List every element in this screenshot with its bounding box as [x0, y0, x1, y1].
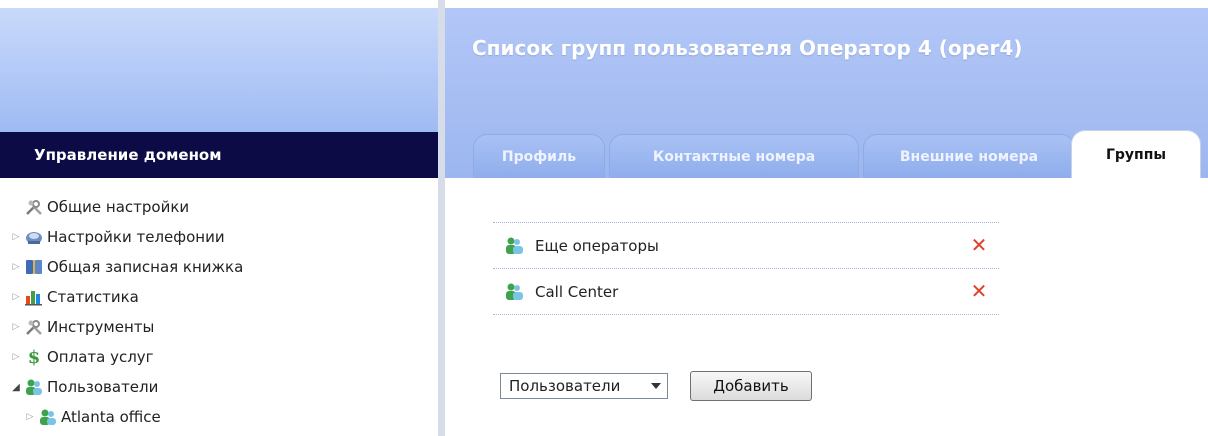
expand-arrow-icon[interactable]: ▷: [10, 352, 22, 362]
address-book-icon: [24, 257, 44, 277]
groups-content: Еще операторы ✕ Call Center ✕ Пользовате…: [445, 178, 1208, 436]
group-list: Еще операторы ✕ Call Center ✕: [493, 222, 999, 315]
group-icon: [503, 282, 525, 302]
sidebar-item-label: Инструменты: [47, 318, 155, 336]
expand-arrow-icon[interactable]: ▷: [10, 322, 22, 332]
add-button[interactable]: Добавить: [690, 371, 812, 401]
sidebar-item-atlanta-office[interactable]: ▷ Atlanta office: [24, 402, 161, 432]
group-select-value: Пользователи: [509, 377, 621, 395]
expand-arrow-icon[interactable]: ▷: [10, 232, 22, 242]
sidebar-item-statistics[interactable]: ▷ Статистика: [10, 282, 139, 312]
users-icon: [38, 407, 58, 427]
sidebar-item-label: Общая записная книжка: [47, 258, 244, 276]
dollar-icon: $: [27, 346, 41, 368]
sidebar-item-label: Оплата услуг: [47, 348, 154, 366]
remove-icon[interactable]: ✕: [969, 281, 989, 301]
sidebar-item-address-book[interactable]: ▷ Общая записная книжка: [10, 252, 244, 282]
main-panel: Список групп пользователя Оператор 4 (op…: [445, 0, 1208, 436]
statistics-icon: [24, 287, 44, 307]
expand-arrow-icon[interactable]: ▷: [10, 262, 22, 272]
group-icon: [503, 236, 525, 256]
sidebar-item-users[interactable]: ◢ Пользователи: [10, 372, 158, 402]
expand-arrow-icon[interactable]: ▷: [10, 292, 22, 302]
top-strip: [0, 0, 438, 8]
tab-groups[interactable]: Группы: [1071, 130, 1201, 178]
tab-profile[interactable]: Профиль: [473, 134, 605, 178]
collapse-arrow-icon[interactable]: ◢: [10, 382, 22, 393]
sidebar-banner: [0, 8, 438, 132]
sidebar-item-payments[interactable]: ▷ $ Оплата услуг: [10, 342, 154, 372]
group-name: Еще операторы: [535, 236, 659, 255]
list-item: Еще операторы ✕: [493, 223, 999, 269]
sidebar-item-label: Настройки телефонии: [47, 228, 225, 246]
add-group-controls: Пользователи Добавить: [500, 371, 812, 401]
sidebar: Управление доменом Общие настройки ▷ Нас…: [0, 0, 438, 436]
list-item: Call Center ✕: [493, 269, 999, 315]
group-name: Call Center: [535, 282, 619, 301]
sidebar-item-telephony-settings[interactable]: ▷ Настройки телефонии: [10, 222, 225, 252]
chevron-down-icon: [651, 383, 661, 389]
tab-contact-numbers[interactable]: Контактные номера: [609, 134, 859, 178]
tools-icon: [24, 317, 44, 337]
column-divider[interactable]: [438, 0, 445, 436]
sidebar-item-label: Пользователи: [47, 378, 159, 396]
remove-icon[interactable]: ✕: [969, 235, 989, 255]
sidebar-item-label: Статистика: [47, 288, 139, 306]
group-select[interactable]: Пользователи: [500, 373, 668, 399]
sidebar-item-general-settings[interactable]: Общие настройки: [22, 192, 189, 222]
page-title: Список групп пользователя Оператор 4 (op…: [472, 36, 1023, 60]
sidebar-item-tools[interactable]: ▷ Инструменты: [10, 312, 155, 342]
tab-bar: Профиль Контактные номера Внешние номера…: [445, 128, 1208, 178]
sidebar-item-label: Atlanta office: [61, 408, 161, 426]
expand-arrow-icon[interactable]: ▷: [24, 412, 36, 422]
phone-settings-icon: [24, 227, 44, 247]
tab-external-numbers[interactable]: Внешние номера: [863, 134, 1075, 178]
sidebar-item-label: Общие настройки: [47, 198, 190, 216]
users-icon: [24, 377, 44, 397]
sidebar-header: Управление доменом: [0, 132, 438, 178]
tools-icon: [24, 197, 44, 217]
